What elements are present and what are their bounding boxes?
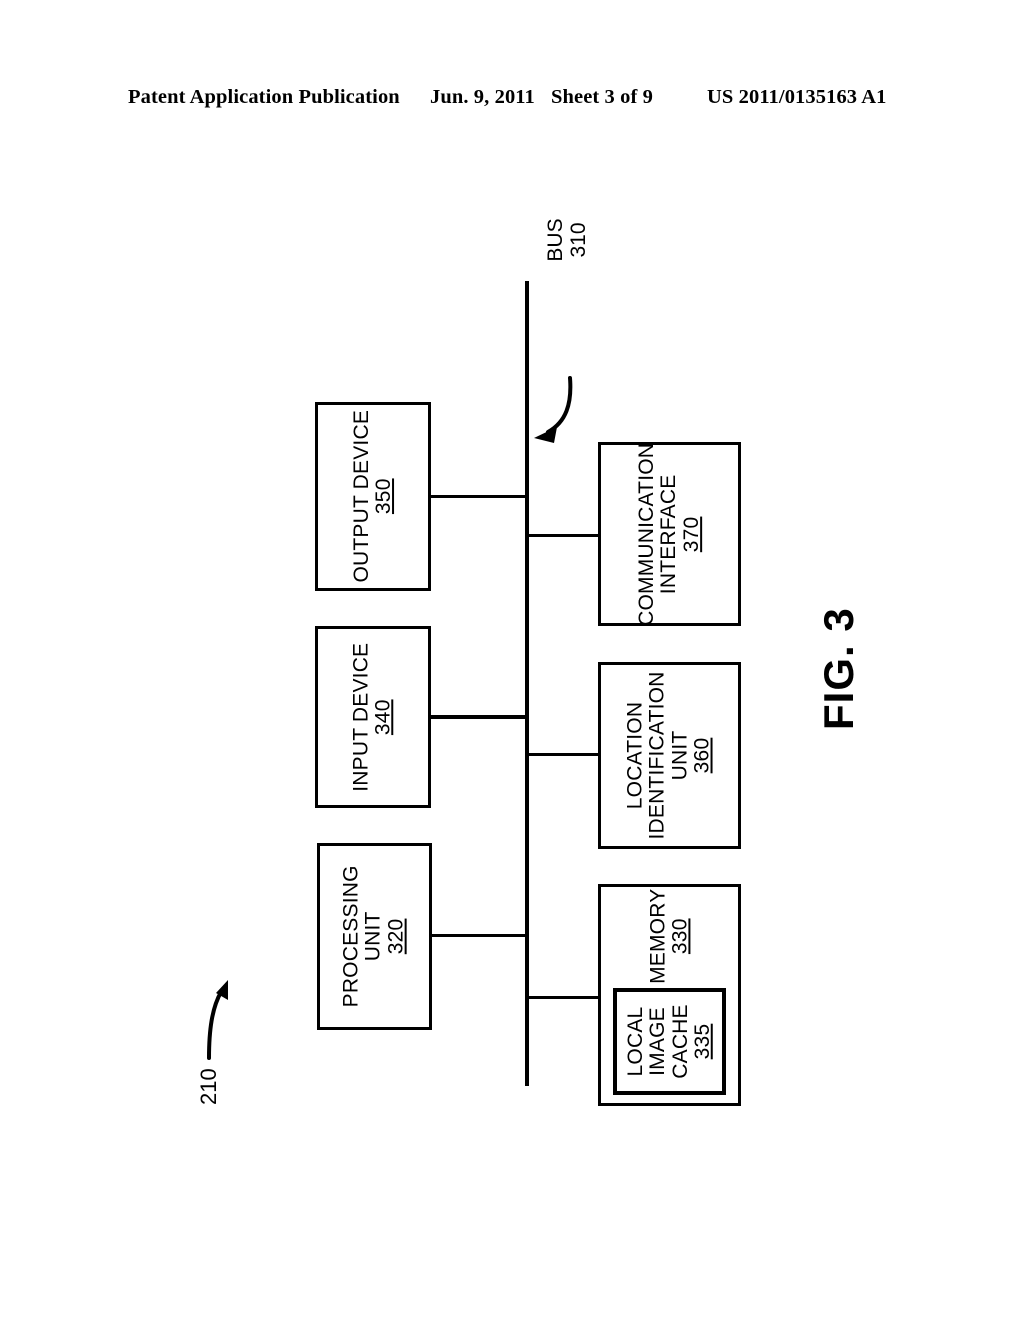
bus-leader-arrow	[534, 376, 573, 443]
block-local-image-cache-line-2: IMAGE	[646, 1007, 670, 1076]
block-communication-interface-line-1: COMMUNICATION	[635, 442, 659, 626]
block-output-device-text-wrap: OUTPUT DEVICE 350	[318, 405, 428, 588]
block-location-identification-unit-ref: 360	[690, 737, 714, 774]
block-communication-interface-ref: 370	[679, 516, 703, 552]
page-header: Patent Application Publication Jun. 9, 2…	[0, 86, 1024, 116]
block-processing-unit-line-2: UNIT	[362, 911, 386, 962]
bus-label-name: BUS	[544, 218, 567, 262]
block-input-device-line-1: INPUT DEVICE	[349, 642, 373, 792]
header-date: Jun. 9, 2011	[430, 86, 535, 108]
block-processing-unit-ref: 320	[384, 918, 408, 955]
block-processing-unit: PROCESSING UNIT 320	[317, 843, 432, 1030]
block-processing-unit-text-wrap: PROCESSING UNIT 320	[320, 846, 429, 1027]
block-communication-interface: COMMUNICATION INTERFACE 370	[598, 442, 741, 626]
connector-bus-to-memory	[527, 996, 600, 999]
header-document-number: US 2011/0135163 A1	[707, 86, 887, 108]
block-memory-text-wrap: MEMORY 330	[601, 887, 738, 985]
connector-processing-unit-to-bus	[430, 934, 527, 937]
block-local-image-cache-text-wrap: LOCAL IMAGE CACHE 335	[617, 992, 722, 1091]
connector-input-device-to-bus	[430, 715, 527, 719]
block-location-identification-unit-line-1: LOCATION	[624, 701, 648, 810]
block-location-identification-unit-line-2: IDENTIFICATION	[646, 671, 670, 840]
block-local-image-cache: LOCAL IMAGE CACHE 335	[613, 988, 726, 1095]
connector-bus-to-location-identification-unit	[527, 753, 600, 756]
block-input-device: INPUT DEVICE 340	[315, 626, 431, 808]
system-reference-210: 210	[196, 1068, 221, 1105]
block-output-device: OUTPUT DEVICE 350	[315, 402, 431, 591]
leader-arrows-layer	[207, 376, 573, 1060]
block-location-identification-unit-text-wrap: LOCATION IDENTIFICATION UNIT 360	[601, 665, 738, 846]
block-local-image-cache-ref: 335	[690, 1023, 714, 1060]
bus-label: BUS 310	[544, 180, 590, 300]
block-local-image-cache-line-3: CACHE	[668, 1004, 692, 1079]
system-reference-leader-arrow	[207, 980, 228, 1060]
block-processing-unit-line-1: PROCESSING	[340, 865, 364, 1008]
block-memory: MEMORY 330 LOCAL IMAGE CACHE 335	[598, 884, 741, 1106]
block-communication-interface-line-2: INTERFACE	[657, 474, 681, 594]
block-communication-interface-text-wrap: COMMUNICATION INTERFACE 370	[601, 442, 738, 626]
block-local-image-cache-line-1: LOCAL	[623, 1006, 647, 1077]
connector-output-device-to-bus	[430, 495, 527, 498]
block-input-device-text-wrap: INPUT DEVICE 340	[318, 629, 428, 805]
block-memory-line-1: MEMORY	[646, 888, 670, 984]
block-location-identification-unit: LOCATION IDENTIFICATION UNIT 360	[598, 662, 741, 849]
block-output-device-line-1: OUTPUT DEVICE	[349, 410, 373, 583]
block-memory-ref: 330	[668, 918, 692, 954]
block-input-device-ref: 340	[372, 699, 396, 735]
header-sheet-number: Sheet 3 of 9	[551, 86, 653, 108]
connector-bus-to-communication-interface	[527, 534, 600, 537]
patent-figure-page: Patent Application Publication Jun. 9, 2…	[0, 0, 1024, 1320]
block-location-identification-unit-line-3: UNIT	[668, 730, 692, 781]
figure-label: FIG. 3	[815, 607, 862, 730]
block-output-device-ref: 350	[372, 478, 396, 515]
bus-line	[525, 281, 529, 1086]
header-publication-title: Patent Application Publication	[128, 86, 400, 108]
bus-label-ref: 310	[566, 222, 590, 258]
